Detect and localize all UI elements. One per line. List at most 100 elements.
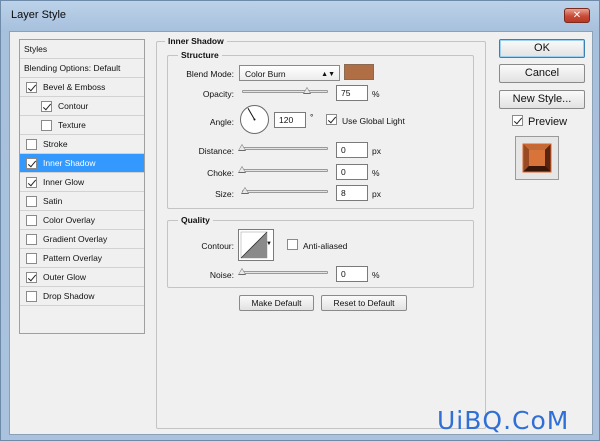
- angle-label: Angle:: [209, 117, 234, 127]
- style-item-label: Color Overlay: [43, 215, 95, 225]
- style-item-label: Satin: [43, 196, 63, 206]
- dropdown-arrows-icon: ▲▼: [321, 71, 335, 78]
- use-global-light-label: Use Global Light: [342, 116, 405, 126]
- opacity-input[interactable]: 75: [336, 85, 368, 101]
- contour-label: Contour:: [201, 241, 234, 251]
- noise-slider[interactable]: [242, 271, 328, 274]
- style-item-label: Outer Glow: [43, 272, 86, 282]
- size-unit: px: [372, 189, 381, 199]
- size-slider-thumb[interactable]: [240, 187, 249, 194]
- blend-mode-select[interactable]: Color Burn ▲▼: [239, 65, 340, 81]
- style-item-checkbox[interactable]: [26, 290, 37, 302]
- styles-list: Styles Blending Options: Default Bevel &…: [19, 39, 145, 334]
- style-item-checkbox[interactable]: [26, 271, 37, 283]
- choke-unit: %: [372, 168, 380, 178]
- close-button[interactable]: ✕: [564, 8, 590, 23]
- choke-label: Choke:: [207, 168, 234, 178]
- style-item-contour[interactable]: Contour: [20, 97, 144, 116]
- style-item-label: Contour: [58, 101, 89, 111]
- window-title: Layer Style: [11, 9, 67, 21]
- style-item-outer-glow[interactable]: Outer Glow: [20, 268, 144, 287]
- style-item-label: Gradient Overlay: [43, 234, 108, 244]
- style-item-pattern-overlay[interactable]: Pattern Overlay: [20, 249, 144, 268]
- style-item-checkbox[interactable]: [41, 100, 52, 112]
- size-input[interactable]: 8: [336, 185, 368, 201]
- style-item-checkbox[interactable]: [26, 176, 37, 188]
- preview-checkbox[interactable]: [512, 115, 523, 126]
- style-item-checkbox[interactable]: [26, 81, 37, 93]
- distance-slider[interactable]: [242, 147, 328, 150]
- structure-title: Structure: [178, 50, 222, 60]
- style-item-checkbox[interactable]: [26, 138, 37, 150]
- size-label: Size:: [215, 189, 234, 199]
- angle-input[interactable]: 120: [274, 112, 306, 128]
- blending-options[interactable]: Blending Options: Default: [20, 59, 144, 78]
- noise-label: Noise:: [209, 270, 234, 280]
- styles-header[interactable]: Styles: [20, 40, 144, 59]
- style-item-drop-shadow[interactable]: Drop Shadow: [20, 287, 144, 306]
- anti-aliased-label: Anti-aliased: [303, 241, 348, 251]
- contour-picker[interactable]: ▼: [238, 229, 274, 261]
- style-preview-swatch-icon: [522, 143, 552, 173]
- anti-aliased-checkbox[interactable]: [287, 239, 298, 250]
- style-item-label: Bevel & Emboss: [43, 82, 106, 92]
- angle-dial-icon[interactable]: [239, 104, 270, 135]
- style-item-checkbox[interactable]: [26, 157, 37, 169]
- blend-mode-label: Blend Mode:: [186, 69, 234, 79]
- new-style-button[interactable]: New Style...: [499, 90, 585, 109]
- style-item-stroke[interactable]: Stroke: [20, 135, 144, 154]
- choke-input[interactable]: 0: [336, 164, 368, 180]
- distance-label: Distance:: [198, 146, 234, 156]
- opacity-slider-thumb[interactable]: [302, 87, 311, 94]
- style-item-inner-glow[interactable]: Inner Glow: [20, 173, 144, 192]
- use-global-light-checkbox[interactable]: [326, 114, 337, 125]
- make-default-button[interactable]: Make Default: [239, 295, 314, 311]
- style-item-checkbox[interactable]: [26, 252, 37, 264]
- title-bar[interactable]: Layer Style ✕: [1, 1, 600, 31]
- style-item-color-overlay[interactable]: Color Overlay: [20, 211, 144, 230]
- noise-slider-thumb[interactable]: [238, 268, 246, 275]
- distance-slider-thumb[interactable]: [238, 144, 246, 151]
- style-item-checkbox[interactable]: [26, 233, 37, 245]
- style-item-label: Drop Shadow: [43, 291, 95, 301]
- opacity-label: Opacity:: [202, 89, 234, 99]
- quality-title: Quality: [178, 215, 213, 225]
- dialog-client-area: Styles Blending Options: Default Bevel &…: [9, 31, 593, 435]
- shadow-color-swatch[interactable]: [344, 64, 374, 80]
- style-item-label: Texture: [58, 120, 86, 130]
- layer-style-dialog: Layer Style ✕ Styles Blending Options: D…: [0, 0, 600, 441]
- style-item-label: Inner Glow: [43, 177, 85, 187]
- style-item-bevel-emboss[interactable]: Bevel & Emboss: [20, 78, 144, 97]
- distance-unit: px: [372, 146, 381, 156]
- style-item-texture[interactable]: Texture: [20, 116, 144, 135]
- ok-button[interactable]: OK: [499, 39, 585, 58]
- style-item-inner-shadow[interactable]: Inner Shadow: [20, 154, 144, 173]
- style-item-gradient-overlay[interactable]: Gradient Overlay: [20, 230, 144, 249]
- blending-options-label: Blending Options: Default: [24, 63, 121, 73]
- noise-unit: %: [372, 270, 380, 280]
- reset-to-default-button[interactable]: Reset to Default: [321, 295, 407, 311]
- cancel-button[interactable]: Cancel: [499, 64, 585, 83]
- inner-shadow-title: Inner Shadow: [165, 36, 227, 46]
- choke-slider-thumb[interactable]: [238, 166, 246, 173]
- preview-label: Preview: [528, 116, 568, 128]
- styles-header-label: Styles: [24, 44, 48, 54]
- choke-slider[interactable]: [242, 169, 328, 172]
- style-item-label: Pattern Overlay: [43, 253, 103, 263]
- style-item-checkbox[interactable]: [26, 195, 37, 207]
- style-item-label: Stroke: [43, 139, 68, 149]
- opacity-slider[interactable]: [242, 90, 328, 93]
- style-preview-thumbnail: [515, 136, 559, 180]
- style-item-checkbox[interactable]: [26, 214, 37, 226]
- angle-unit: °: [310, 112, 314, 122]
- watermark: UiBQ.CoM: [437, 406, 570, 435]
- blend-mode-value: Color Burn: [245, 69, 286, 79]
- style-item-label: Inner Shadow: [43, 158, 96, 168]
- contour-dropdown-icon: ▼: [266, 241, 272, 247]
- distance-input[interactable]: 0: [336, 142, 368, 158]
- size-slider[interactable]: [242, 190, 328, 193]
- opacity-unit: %: [372, 89, 380, 99]
- style-item-checkbox[interactable]: [41, 119, 52, 131]
- noise-input[interactable]: 0: [336, 266, 368, 282]
- style-item-satin[interactable]: Satin: [20, 192, 144, 211]
